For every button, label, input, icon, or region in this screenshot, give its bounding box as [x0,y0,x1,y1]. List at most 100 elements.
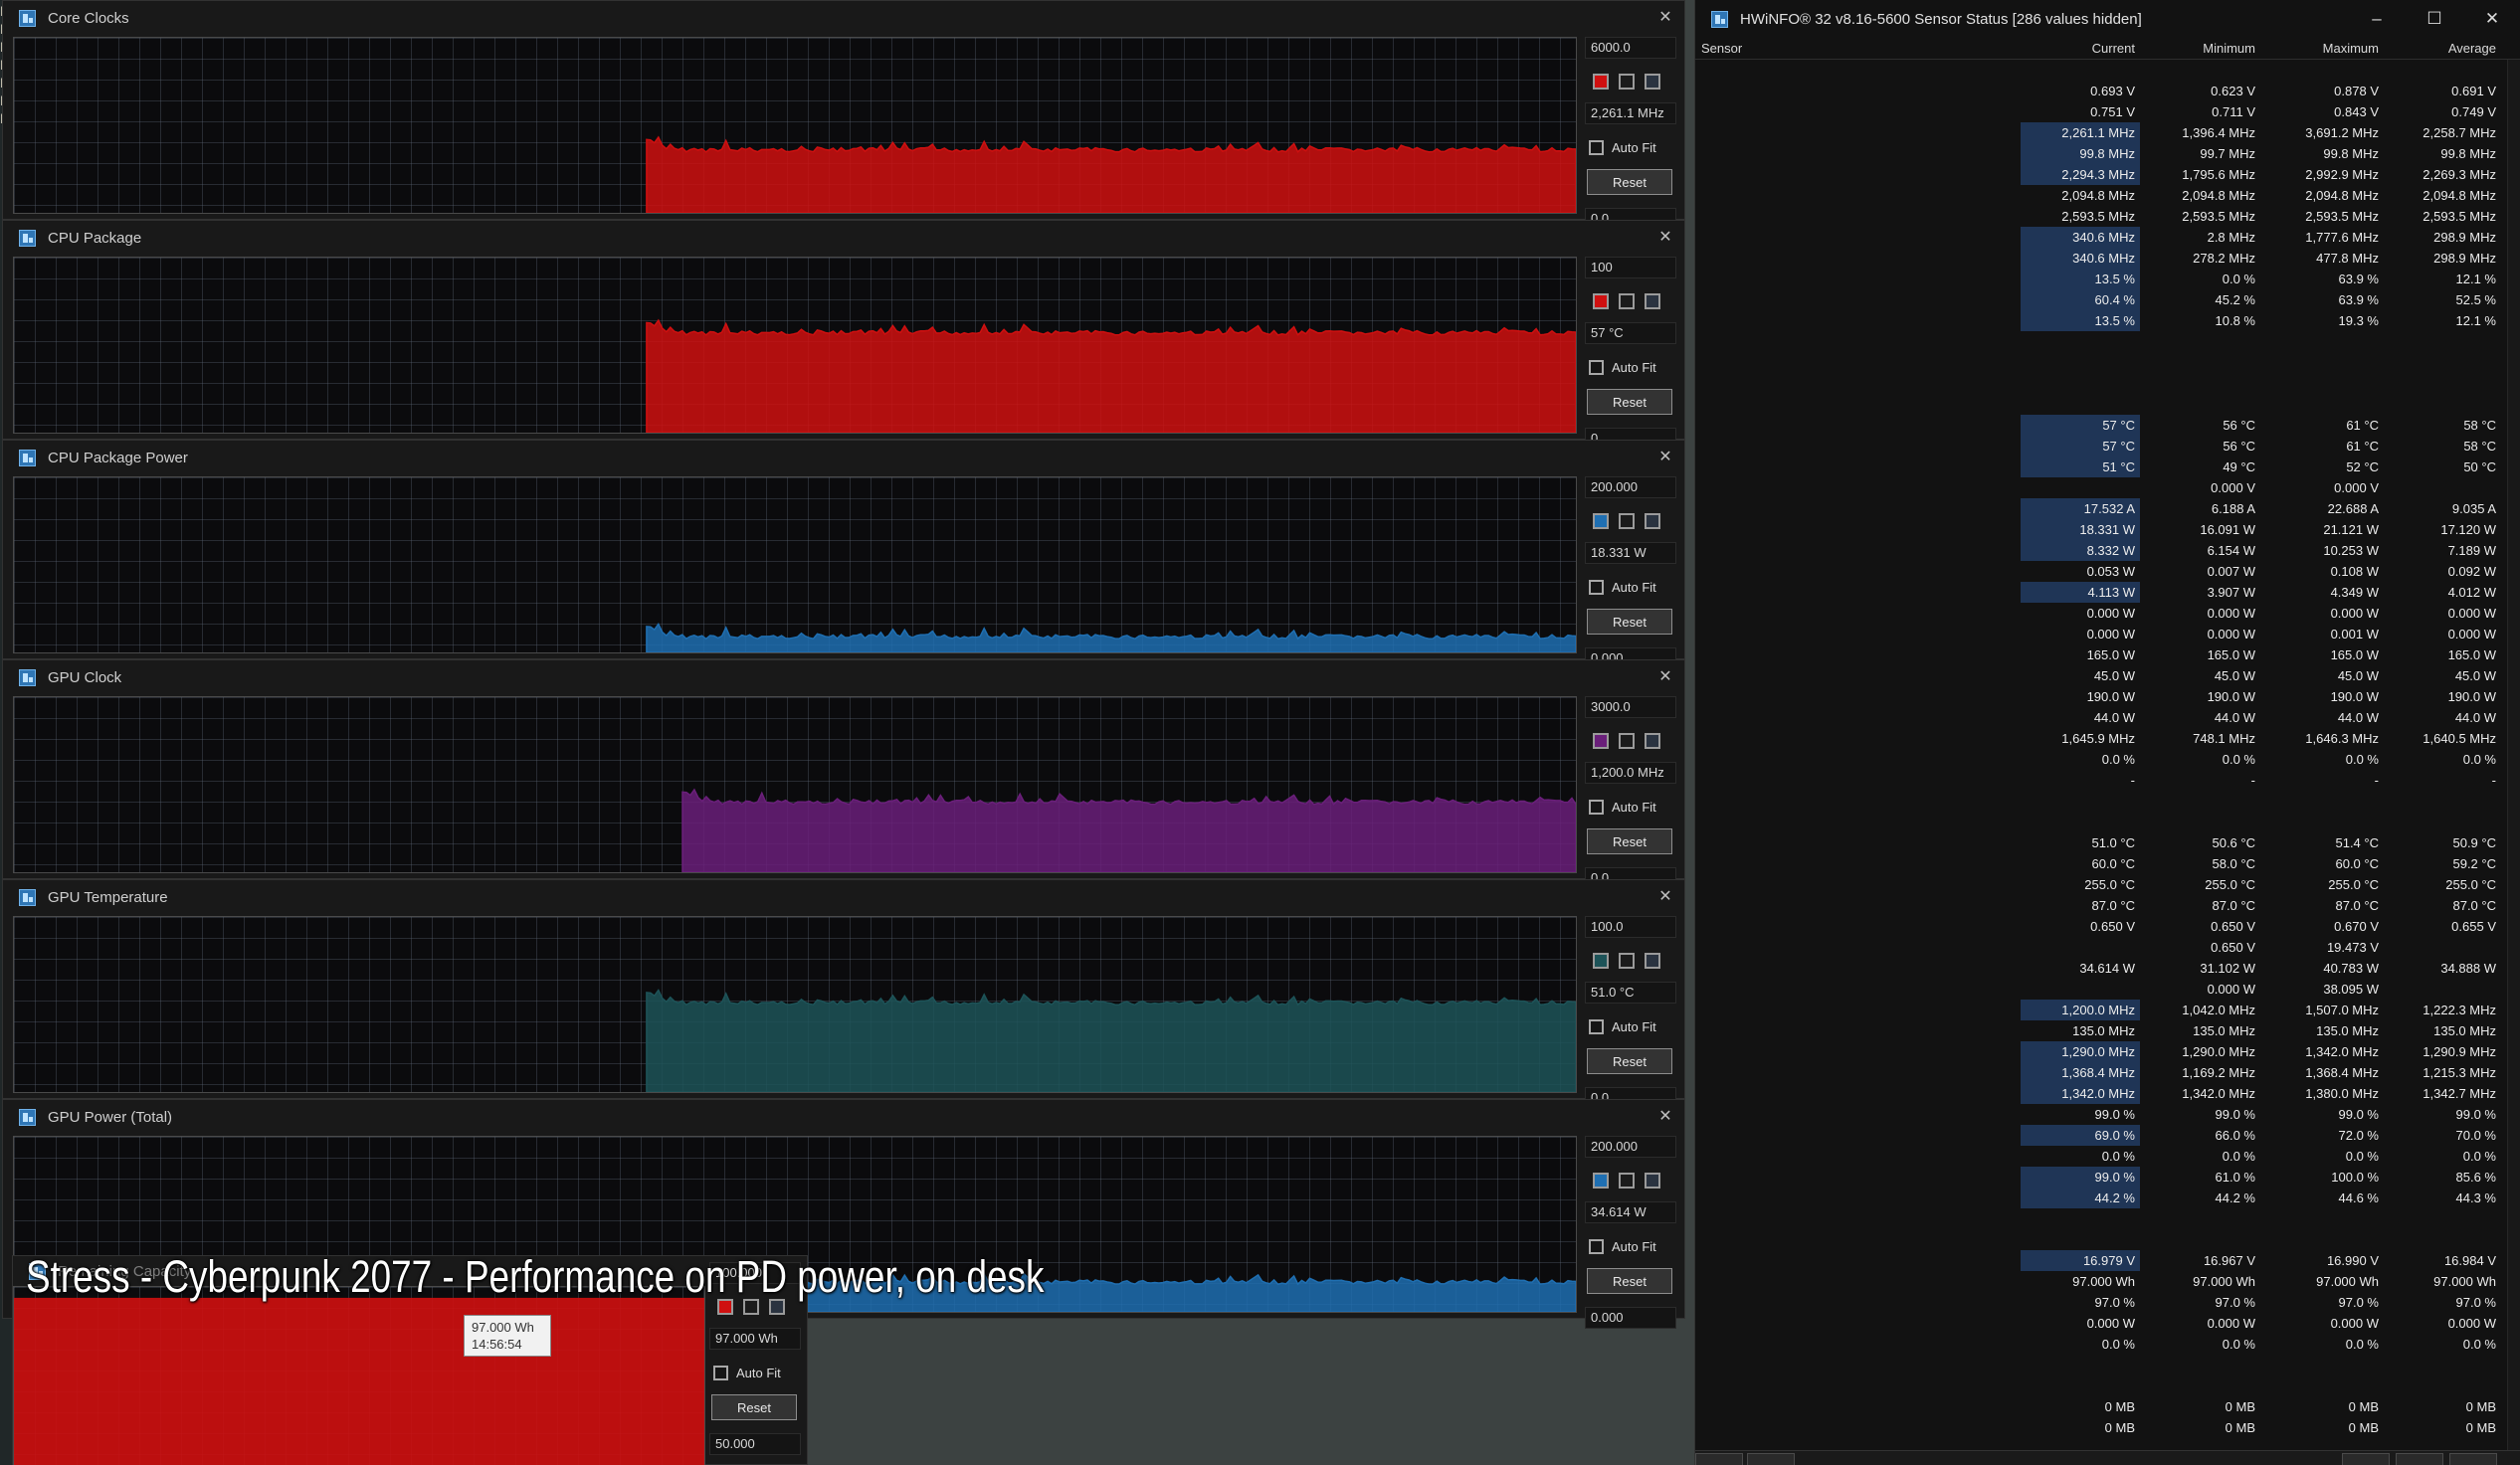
color-swatch-icon[interactable] [1645,293,1660,309]
sensor-group[interactable]: ∨ Network: Intel Ethernet Controller I22… [1695,1375,2520,1396]
sensor-row[interactable]: ⚡ GPU Core Voltage 0.650 V 0.650 V 0.670… [1695,916,2520,937]
reset-button[interactable]: Reset [1587,389,1672,415]
graph-titlebar[interactable]: GPU Clock ✕ [3,660,1684,694]
sensor-row[interactable]: ◴ GPU Memory Controller Load 69.0 % 66.0… [1695,1125,2520,1146]
sensor-row[interactable]: ⚡ VR VCC Current (SVID IOUT) 17.532 A 6.… [1695,498,2520,519]
color-swatch-icon[interactable] [1593,293,1609,309]
sensor-row[interactable]: ⚡ Battery Voltage 16.979 V 16.967 V 16.9… [1695,1250,2520,1271]
sensor-row[interactable]: › ◴ Core Clocks 2,261.1 MHz 1,396.4 MHz … [1695,122,2520,143]
sensor-row[interactable]: │ CPU GT Cores (Graphics) 51 °C 49 °C 52… [1695,457,2520,477]
graph-titlebar[interactable]: CPU Package Power ✕ [3,441,1684,474]
sensor-group[interactable]: › CPU [#0]: Intel Core Ultra 9 275HX: DT… [1695,352,2520,373]
column-minimum[interactable]: Minimum [2140,38,2260,59]
minimize-icon[interactable]: – [2348,0,2406,38]
sensor-row[interactable]: › ⚡ Core Voltages 0.693 V 0.623 V 0.878 … [1695,81,2520,101]
sensor-row[interactable]: ◴ GPU Video Engine Load 0.0 % 0.0 % 0.0 … [1695,1146,2520,1167]
sensor-row[interactable]: ◴ Wear Level 0.0 % 0.0 % 0.0 % 0.0 % [1695,1334,2520,1355]
sensor-row[interactable]: ◴ GPU Memory Usage 44.2 % 44.2 % 44.6 % … [1695,1188,2520,1208]
color-swatch-icon[interactable] [1593,1173,1609,1189]
sensor-scrollbar[interactable] [2507,60,2520,1462]
close-icon[interactable]: ✕ [1656,229,1674,247]
graph-titlebar[interactable]: CPU Package ✕ [3,221,1684,255]
auto-fit-toggle[interactable]: Auto Fit [1589,800,1678,815]
sensor-row[interactable]: │ GPU Memory Junction Temperature 60.0 °… [1695,853,2520,874]
color-swatch-icon[interactable] [1593,953,1609,969]
sensor-row[interactable]: ⚡ CPU Package Power 18.331 W 16.091 W 21… [1695,519,2520,540]
close-icon[interactable]: ✕ [1656,668,1674,686]
graph-titlebar[interactable]: Core Clocks ✕ [3,1,1684,35]
color-swatch-icon[interactable] [1619,953,1635,969]
auto-fit-checkbox[interactable] [713,1366,728,1380]
sensor-row[interactable]: › ◴ Core Usage 13.5 % 0.0 % 63.9 % 12.1 … [1695,269,2520,289]
column-current[interactable]: Current [2021,38,2140,59]
sensor-group[interactable]: ∨ GPU [#2]: NVIDIA GeForce RTX 5080 Max-… [1695,812,2520,832]
sensor-titlebar[interactable]: HWiNFO® 32 v8.16-5600 Sensor Status [286… [1695,0,2520,38]
auto-fit-toggle[interactable]: Auto Fit [713,1366,803,1380]
color-swatch-icon[interactable] [1645,733,1660,749]
sensor-row[interactable]: ◴ GPU Crossbar Clock 1,342.0 MHz 1,342.0… [1695,1083,2520,1104]
sensor-row[interactable]: ◴ Ring/LLC Clock 2,294.3 MHz 1,795.6 MHz… [1695,164,2520,185]
auto-fit-toggle[interactable]: Auto Fit [1589,360,1678,375]
sensor-row[interactable]: ◴ Max CPU/Thread Usage 60.4 % 45.2 % 63.… [1695,289,2520,310]
graph-titlebar[interactable]: GPU Temperature ✕ [3,880,1684,914]
close-icon[interactable]: ✕ [1656,888,1674,906]
sensor-row[interactable]: ◴ GPU D3D Usage 0.0 % 0.0 % 0.0 % 0.0 % [1695,749,2520,770]
sensor-row[interactable]: ◴ Total DL 0 MB 0 MB 0 MB 0 MB [1695,1396,2520,1417]
color-swatch-icon[interactable] [1619,733,1635,749]
sensor-row[interactable]: ◴ GPU Bus Load 99.0 % 61.0 % 100.0 % 85.… [1695,1167,2520,1188]
sensor-row[interactable]: ⚡ PL2 Power Limit (Static) 190.0 W 190.0… [1695,686,2520,707]
sensor-row[interactable]: ◴ GPU Core Load 99.0 % 99.0 % 99.0 % 99.… [1695,1104,2520,1125]
sensor-row[interactable]: ◴ GPU Effective Clock 1,368.4 MHz 1,169.… [1695,1062,2520,1083]
column-average[interactable]: Average [2384,38,2501,59]
sensor-row[interactable]: ⚡ PL2 Power Limit (Dynamic) 44.0 W 44.0 … [1695,707,2520,728]
sensor-row[interactable]: ◴ Average Effective Clock 340.6 MHz 278.… [1695,248,2520,269]
close-icon[interactable]: ✕ [1656,1108,1674,1126]
auto-fit-toggle[interactable]: Auto Fit [1589,580,1678,595]
reset-button[interactable]: Reset [1587,169,1672,195]
sensor-row[interactable]: ⚡ GPU Power (Total) 34.614 W 31.102 W 40… [1695,958,2520,979]
sensor-row[interactable]: ◴ GPU Memory Clock 135.0 MHz 135.0 MHz 1… [1695,1020,2520,1041]
sensor-row[interactable]: ◴ GPU Clock 1,645.9 MHz 748.1 MHz 1,646.… [1695,728,2520,749]
color-swatch-icon[interactable] [1619,1173,1635,1189]
sensor-row[interactable]: › ⚡ GPU Rail Voltages 0.650 V 19.473 V [1695,937,2520,958]
close-icon[interactable]: ✕ [2463,0,2520,38]
sensor-row[interactable]: ◴ Charge Rate 0.000 W 0.000 W 0.000 W 0.… [1695,1313,2520,1334]
reset-button[interactable]: Reset [1587,828,1672,854]
sensor-group[interactable]: ∨ CPU [#0]: Intel Core Ultra 9 275HX: En… [1695,394,2520,415]
sensor-row[interactable]: │ GPU Thermal Limit 87.0 °C 87.0 °C 87.0… [1695,895,2520,916]
sensor-row[interactable]: │ GPU Temperature 51.0 °C 50.6 °C 51.4 °… [1695,832,2520,853]
sensor-row[interactable]: ◴ Total UP 0 MB 0 MB 0 MB 0 MB [1695,1417,2520,1438]
color-swatch-icon[interactable] [1593,74,1609,90]
auto-fit-checkbox[interactable] [1589,800,1604,815]
sensor-row[interactable]: ⚡ PL1 Power Limit (Dynamic) 45.0 W 45.0 … [1695,665,2520,686]
close-icon[interactable]: ✕ [1656,449,1674,466]
sensor-row[interactable]: ◴ Total CPU Usage 13.5 % 10.8 % 19.3 % 1… [1695,310,2520,331]
color-swatch-icon[interactable] [1645,953,1660,969]
sensor-row[interactable]: ◴ GPU Clock 1,200.0 MHz 1,042.0 MHz 1,50… [1695,1000,2520,1020]
sensor-row[interactable]: › ◴ Core Effective Clocks 340.6 MHz 2.8 … [1695,227,2520,248]
reset-button[interactable]: Reset [1587,1268,1672,1294]
sensor-row[interactable]: ⚡ IA Cores Power 8.332 W 6.154 W 10.253 … [1695,540,2520,561]
sensor-row[interactable]: │ CPU IA Cores 57 °C 56 °C 61 °C 58 °C [1695,436,2520,457]
auto-fit-checkbox[interactable] [1589,360,1604,375]
maximize-icon[interactable]: ☐ [2406,0,2463,38]
sensor-group[interactable]: ∨ Battery: Sunwoda L24D4PC1 [1695,1229,2520,1250]
color-swatch-icon[interactable] [1645,74,1660,90]
auto-fit-toggle[interactable]: Auto Fit [1589,1019,1678,1034]
color-swatch-icon[interactable] [1645,1173,1660,1189]
reset-button[interactable]: Reset [711,1394,797,1420]
auto-fit-checkbox[interactable] [1589,580,1604,595]
sensor-row[interactable]: ⚡ Uncore VID 0.751 V 0.711 V 0.843 V 0.7… [1695,101,2520,122]
toolbar-button[interactable] [2342,1453,2390,1465]
color-swatch-icon[interactable] [1619,74,1635,90]
sensor-row[interactable]: › ⚡ GPU Rail Powers 0.000 W 38.095 W [1695,979,2520,1000]
reset-button[interactable]: Reset [1587,609,1672,635]
sensor-group[interactable]: ∨ CPU [#0]: Intel Core Ultra 9 275HX [1695,60,2520,81]
graph-titlebar[interactable]: GPU Power (Total) ✕ [3,1100,1684,1134]
auto-fit-checkbox[interactable] [1589,1239,1604,1254]
color-swatch-icon[interactable] [1645,513,1660,529]
sensor-row[interactable]: ◴ D2D Clock 2,094.8 MHz 2,094.8 MHz 2,09… [1695,185,2520,206]
toolbar-button[interactable] [1695,1453,1743,1465]
sensor-row[interactable]: ◴ NGU Clock 2,593.5 MHz 2,593.5 MHz 2,59… [1695,206,2520,227]
sensor-row[interactable]: ⚡ System Agent Power 4.113 W 3.907 W 4.3… [1695,582,2520,603]
